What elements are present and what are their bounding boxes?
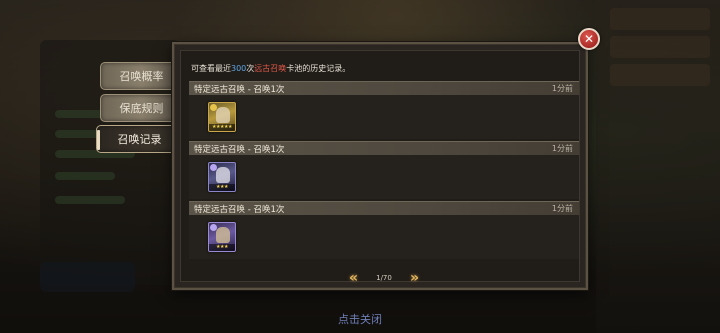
history-record: 特定远古召唤 - 召唤1次 1分前 ★★★: [189, 201, 579, 259]
hero-portrait: [216, 107, 230, 123]
tab-label: 保底规则: [119, 102, 164, 115]
record-body: ★★★★★: [189, 95, 579, 139]
hero-card-icon[interactable]: ★★★: [208, 162, 236, 192]
record-header: 特定远古召唤 - 召唤1次 1分前: [189, 201, 579, 215]
hero-portrait: [216, 227, 230, 243]
hero-portrait: [216, 167, 230, 183]
tab-summon-rates[interactable]: 召唤概率: [100, 62, 182, 90]
star-rating: ★★★: [209, 184, 235, 191]
record-title: 特定远古召唤 - 召唤1次: [194, 145, 285, 155]
record-time: 1分前: [551, 84, 573, 93]
close-button[interactable]: ✕: [578, 28, 600, 50]
pagination: « 1/70 »: [349, 270, 419, 287]
history-record: 特定远古召唤 - 召唤1次 1分前 ★★★: [189, 141, 579, 199]
record-title: 特定远古召唤 - 召唤1次: [194, 205, 285, 215]
star-rating: ★★★★★: [209, 124, 235, 131]
tap-to-close-hint[interactable]: 点击关闭: [320, 311, 400, 327]
game-screen: 召唤概率 保底规则 召唤记录 可查看最近300次远古召唤卡池的历史记录。 特定远…: [0, 0, 720, 333]
hero-card-icon[interactable]: ★★★★★: [208, 102, 236, 132]
record-body: ★★★: [189, 215, 579, 259]
double-chevron-right-icon[interactable]: »: [410, 270, 419, 286]
close-x-icon: ✕: [583, 32, 595, 46]
record-time: 1分前: [551, 204, 573, 213]
record-title: 特定远古召唤 - 召唤1次: [194, 85, 285, 95]
tab-pity-rules[interactable]: 保底规则: [100, 94, 182, 122]
history-record: 特定远古召唤 - 召唤1次 1分前 ★★★★★: [189, 81, 579, 139]
history-description: 可查看最近300次远古召唤卡池的历史记录。: [191, 63, 350, 74]
tab-label: 召唤记录: [117, 133, 162, 146]
tab-label: 召唤概率: [119, 70, 164, 83]
page-indicator: 1/70: [376, 274, 392, 282]
dialog-content: 可查看最近300次远古召唤卡池的历史记录。 特定远古召唤 - 召唤1次 1分前 …: [180, 50, 580, 286]
active-tab-indicator: [97, 130, 100, 150]
record-header: 特定远古召唤 - 召唤1次 1分前: [189, 81, 579, 95]
description-text: 卡池的历史记录。: [286, 64, 351, 73]
description-text: 可查看最近: [191, 64, 231, 73]
star-rating: ★★★: [209, 244, 235, 251]
record-body: ★★★: [189, 155, 579, 199]
tab-summon-history[interactable]: 召唤记录: [96, 125, 182, 153]
summon-history-dialog: 可查看最近300次远古召唤卡池的历史记录。 特定远古召唤 - 召唤1次 1分前 …: [172, 42, 588, 290]
record-header: 特定远古召唤 - 召唤1次 1分前: [189, 141, 579, 155]
record-time: 1分前: [551, 144, 573, 153]
record-limit-count: 300: [231, 64, 247, 73]
pool-name: 远古召唤: [254, 64, 287, 73]
hero-card-icon[interactable]: ★★★: [208, 222, 236, 252]
